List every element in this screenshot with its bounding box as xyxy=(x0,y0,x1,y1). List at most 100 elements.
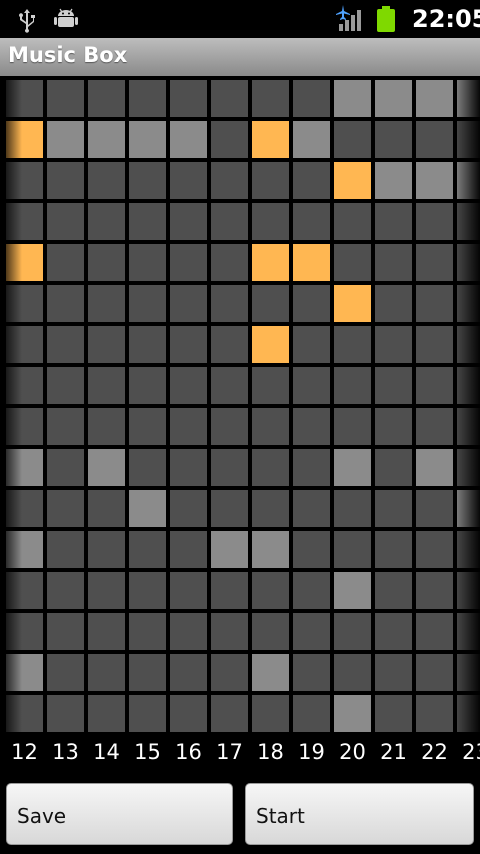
grid-cell-r11-c12[interactable] xyxy=(6,531,43,568)
grid-cell-r12-c20[interactable] xyxy=(334,572,371,609)
grid-cell-r8-c19[interactable] xyxy=(293,408,330,445)
grid-cell-r3-c16[interactable] xyxy=(170,203,207,240)
grid-cell-r2-c16[interactable] xyxy=(170,162,207,199)
grid-cell-r8-c23[interactable] xyxy=(457,408,480,445)
grid-cell-r0-c14[interactable] xyxy=(88,80,125,117)
grid-cell-r14-c12[interactable] xyxy=(6,654,43,691)
grid-cell-r9-c19[interactable] xyxy=(293,449,330,486)
grid-cell-r9-c17[interactable] xyxy=(211,449,248,486)
grid-cell-r1-c20[interactable] xyxy=(334,121,371,158)
grid-cell-r15-c16[interactable] xyxy=(170,695,207,732)
grid-cell-r7-c13[interactable] xyxy=(47,367,84,404)
grid-cell-r10-c15[interactable] xyxy=(129,490,166,527)
grid-cell-r0-c22[interactable] xyxy=(416,80,453,117)
grid-cell-r3-c20[interactable] xyxy=(334,203,371,240)
grid-cell-r0-c12[interactable] xyxy=(6,80,43,117)
grid-cell-r4-c18[interactable] xyxy=(252,244,289,281)
grid-cell-r8-c20[interactable] xyxy=(334,408,371,445)
grid-cell-r1-c17[interactable] xyxy=(211,121,248,158)
grid-cell-r7-c22[interactable] xyxy=(416,367,453,404)
grid-cell-r5-c17[interactable] xyxy=(211,285,248,322)
grid-cell-r11-c23[interactable] xyxy=(457,531,480,568)
grid-cell-r9-c23[interactable] xyxy=(457,449,480,486)
grid-cell-r14-c15[interactable] xyxy=(129,654,166,691)
grid-cell-r8-c13[interactable] xyxy=(47,408,84,445)
grid-cell-r5-c20[interactable] xyxy=(334,285,371,322)
grid-cell-r9-c14[interactable] xyxy=(88,449,125,486)
grid-cell-r4-c16[interactable] xyxy=(170,244,207,281)
grid-cell-r6-c22[interactable] xyxy=(416,326,453,363)
grid-cell-r6-c15[interactable] xyxy=(129,326,166,363)
grid-cell-r9-c15[interactable] xyxy=(129,449,166,486)
grid-cell-r9-c12[interactable] xyxy=(6,449,43,486)
grid-cell-r2-c22[interactable] xyxy=(416,162,453,199)
grid-cell-r15-c13[interactable] xyxy=(47,695,84,732)
grid-cell-r7-c21[interactable] xyxy=(375,367,412,404)
grid-cell-r6-c21[interactable] xyxy=(375,326,412,363)
grid-cell-r6-c23[interactable] xyxy=(457,326,480,363)
grid-cell-r14-c21[interactable] xyxy=(375,654,412,691)
grid-cell-r6-c12[interactable] xyxy=(6,326,43,363)
grid-cell-r4-c21[interactable] xyxy=(375,244,412,281)
start-button[interactable]: Start xyxy=(245,783,474,845)
grid-cell-r13-c22[interactable] xyxy=(416,613,453,650)
grid-cell-r1-c12[interactable] xyxy=(6,121,43,158)
grid-cell-r12-c12[interactable] xyxy=(6,572,43,609)
grid-cell-r8-c22[interactable] xyxy=(416,408,453,445)
grid-cell-r3-c13[interactable] xyxy=(47,203,84,240)
grid-cell-r3-c19[interactable] xyxy=(293,203,330,240)
grid-cell-r7-c16[interactable] xyxy=(170,367,207,404)
grid-cell-r5-c14[interactable] xyxy=(88,285,125,322)
grid-cell-r13-c14[interactable] xyxy=(88,613,125,650)
grid-cell-r10-c19[interactable] xyxy=(293,490,330,527)
grid-cell-r12-c16[interactable] xyxy=(170,572,207,609)
grid-cell-r10-c23[interactable] xyxy=(457,490,480,527)
grid-cell-r11-c18[interactable] xyxy=(252,531,289,568)
grid-cell-r11-c16[interactable] xyxy=(170,531,207,568)
grid-cell-r9-c21[interactable] xyxy=(375,449,412,486)
grid-cell-r10-c12[interactable] xyxy=(6,490,43,527)
grid-cell-r0-c23[interactable] xyxy=(457,80,480,117)
grid-cell-r14-c17[interactable] xyxy=(211,654,248,691)
grid-cell-r6-c14[interactable] xyxy=(88,326,125,363)
grid-cell-r15-c19[interactable] xyxy=(293,695,330,732)
grid-cell-r8-c21[interactable] xyxy=(375,408,412,445)
grid-cell-r13-c21[interactable] xyxy=(375,613,412,650)
grid-cell-r11-c17[interactable] xyxy=(211,531,248,568)
grid-cell-r11-c22[interactable] xyxy=(416,531,453,568)
grid-cell-r1-c15[interactable] xyxy=(129,121,166,158)
grid-cell-r14-c23[interactable] xyxy=(457,654,480,691)
grid-cell-r12-c18[interactable] xyxy=(252,572,289,609)
grid-cell-r10-c18[interactable] xyxy=(252,490,289,527)
grid-cell-r2-c21[interactable] xyxy=(375,162,412,199)
grid-cell-r4-c17[interactable] xyxy=(211,244,248,281)
grid-cell-r8-c15[interactable] xyxy=(129,408,166,445)
grid-cell-r12-c15[interactable] xyxy=(129,572,166,609)
grid-cell-r2-c18[interactable] xyxy=(252,162,289,199)
grid-cell-r15-c15[interactable] xyxy=(129,695,166,732)
grid-cell-r15-c18[interactable] xyxy=(252,695,289,732)
grid-cell-r12-c17[interactable] xyxy=(211,572,248,609)
grid-cell-r0-c16[interactable] xyxy=(170,80,207,117)
grid-cell-r10-c13[interactable] xyxy=(47,490,84,527)
grid-cell-r1-c22[interactable] xyxy=(416,121,453,158)
grid-cell-r7-c14[interactable] xyxy=(88,367,125,404)
grid-cell-r13-c17[interactable] xyxy=(211,613,248,650)
grid-cell-r3-c17[interactable] xyxy=(211,203,248,240)
grid-cell-r5-c18[interactable] xyxy=(252,285,289,322)
grid-cell-r0-c21[interactable] xyxy=(375,80,412,117)
grid-cell-r11-c20[interactable] xyxy=(334,531,371,568)
grid-cell-r2-c20[interactable] xyxy=(334,162,371,199)
grid-cell-r1-c14[interactable] xyxy=(88,121,125,158)
grid-cell-r1-c19[interactable] xyxy=(293,121,330,158)
grid-cell-r3-c22[interactable] xyxy=(416,203,453,240)
grid-cell-r10-c16[interactable] xyxy=(170,490,207,527)
grid-cell-r2-c17[interactable] xyxy=(211,162,248,199)
grid-cell-r13-c18[interactable] xyxy=(252,613,289,650)
grid-cell-r12-c13[interactable] xyxy=(47,572,84,609)
grid-cell-r3-c18[interactable] xyxy=(252,203,289,240)
grid-cell-r8-c12[interactable] xyxy=(6,408,43,445)
grid-cell-r0-c18[interactable] xyxy=(252,80,289,117)
grid-cell-r7-c20[interactable] xyxy=(334,367,371,404)
grid-cell-r8-c16[interactable] xyxy=(170,408,207,445)
